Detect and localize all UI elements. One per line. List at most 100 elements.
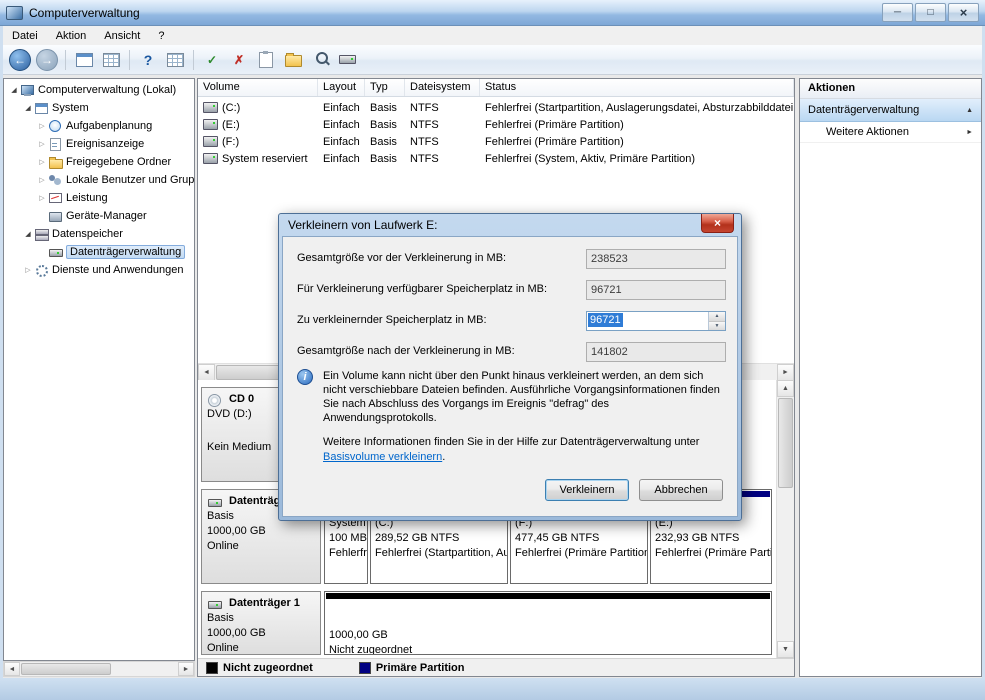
device-manager-icon (48, 210, 62, 222)
shrink-button[interactable]: Verkleinern (545, 479, 629, 501)
help-button[interactable]: ? (136, 48, 160, 72)
menu-aktion[interactable]: Aktion (47, 28, 96, 44)
disk1-row: Datenträger 1 Basis 1000,00 GB Online 10… (198, 591, 776, 655)
tree-item-lokale-benutzer[interactable]: ▷ Lokale Benutzer und Gruppen (4, 171, 194, 189)
tree-item-freigegebene-ordner[interactable]: ▷ Freigegebene Ordner (4, 153, 194, 171)
expander-icon[interactable]: ◢ (22, 104, 34, 112)
search-button[interactable] (308, 48, 332, 72)
system-tools-icon (34, 102, 48, 114)
menu-bar: Datei Aktion Ansicht ? (3, 26, 982, 46)
expander-icon[interactable]: ▷ (36, 122, 48, 130)
tree-item-aufgabenplanung[interactable]: ▷ Aufgabenplanung (4, 117, 194, 135)
help-link[interactable]: Basisvolume verkleinern (323, 451, 442, 463)
scrollbar-thumb[interactable] (21, 663, 111, 675)
cell-dateisystem: NTFS (410, 135, 439, 148)
tree-item-computerverwaltung[interactable]: ◢ Computerverwaltung (Lokal) (4, 81, 194, 99)
tree-item-label: Geräte-Manager (66, 210, 147, 222)
back-button[interactable]: ← (8, 48, 32, 72)
shrink-amount-spinner[interactable]: 96721 ▲ ▼ (586, 311, 726, 331)
show-console-tree-button[interactable] (72, 48, 96, 72)
actions-item-label: Datenträgerverwaltung (808, 104, 920, 116)
cell-status: Fehlerfrei (Primäre Partition) (485, 118, 624, 131)
rescan-disks-button[interactable] (335, 48, 359, 72)
cancel-button[interactable]: Abbrechen (639, 479, 723, 501)
search-icon (315, 52, 328, 64)
console-tree: ◢ Computerverwaltung (Lokal) ◢ System ▷ … (3, 78, 195, 661)
forward-button[interactable]: → (35, 48, 59, 72)
window-title: Computerverwaltung (29, 5, 140, 20)
expander-icon[interactable]: ▷ (36, 194, 48, 202)
expander-icon[interactable]: ▷ (22, 266, 34, 274)
volume-table-header: Volume Layout Typ Dateisystem Status (198, 79, 794, 97)
expander-icon[interactable]: ▷ (36, 158, 48, 166)
tree-item-leistung[interactable]: ▷ Leistung (4, 189, 194, 207)
table-row-volume-f[interactable]: (F:) Einfach Basis NTFS Fehlerfrei (Prim… (198, 133, 794, 150)
minimize-button[interactable]: ─ (882, 3, 913, 22)
tree-item-datentraegerverwaltung[interactable]: Datenträgerverwaltung (4, 243, 194, 261)
actions-item-datentraegerverwaltung[interactable]: Datenträgerverwaltung ▲ (800, 99, 981, 122)
scroll-down-button[interactable]: ▼ (777, 641, 794, 658)
unallocated-region[interactable]: 1000,00 GB Nicht zugeordnet (324, 591, 772, 655)
maximize-button[interactable]: □ (915, 3, 946, 22)
folder-icon (284, 53, 302, 67)
cell-dateisystem: NTFS (410, 118, 439, 131)
disk-icon (207, 598, 222, 610)
refresh-button[interactable]: ✓ (200, 48, 224, 72)
console-window-button[interactable] (163, 48, 187, 72)
field-total-before: Gesamtgröße vor der Verkleinerung in MB:… (297, 249, 727, 269)
actions-item-weitere-aktionen[interactable]: Weitere Aktionen ► (800, 122, 981, 143)
properties-button[interactable] (254, 48, 278, 72)
expander-icon[interactable]: ◢ (22, 230, 34, 238)
menu-hilfe[interactable]: ? (149, 28, 173, 44)
tree-item-datenspeicher[interactable]: ◢ Datenspeicher (4, 225, 194, 243)
scroll-right-button[interactable]: ► (178, 662, 194, 676)
collapse-icon[interactable]: ▲ (966, 107, 973, 114)
delete-button[interactable]: ✗ (227, 48, 251, 72)
services-icon (34, 264, 48, 277)
tree-item-geraete-manager[interactable]: Geräte-Manager (4, 207, 194, 225)
disk-view-vertical-scrollbar[interactable]: ▲ ▼ (776, 380, 794, 658)
help-icon: ? (143, 51, 153, 68)
table-row-volume-c[interactable]: (C:) Einfach Basis NTFS Fehlerfrei (Star… (198, 99, 794, 116)
users-icon (48, 174, 62, 186)
tree-item-dienste[interactable]: ▷ Dienste und Anwendungen (4, 261, 194, 279)
column-header-dateisystem[interactable]: Dateisystem (405, 79, 480, 96)
cell-dateisystem: NTFS (410, 101, 439, 114)
column-header-volume[interactable]: Volume (198, 79, 318, 96)
table-row-system-reserviert[interactable]: System reserviert Einfach Basis NTFS Feh… (198, 150, 794, 167)
menu-datei[interactable]: Datei (3, 28, 47, 44)
column-header-typ[interactable]: Typ (365, 79, 405, 96)
spinner-down-button[interactable]: ▼ (709, 321, 725, 330)
tree-horizontal-scrollbar[interactable]: ◄ ► (3, 661, 195, 677)
disk1-info-box[interactable]: Datenträger 1 Basis 1000,00 GB Online (201, 591, 321, 655)
volume-icon (203, 153, 218, 164)
expander-icon[interactable]: ▷ (36, 176, 48, 184)
spinner-up-button[interactable]: ▲ (709, 312, 725, 322)
computer-management-window: Computerverwaltung ─ □ × Datei Aktion An… (0, 0, 985, 700)
tree-item-system[interactable]: ◢ System (4, 99, 194, 117)
console-window-icon (166, 52, 184, 67)
tree-item-ereignisanzeige[interactable]: ▷ Ereignisanzeige (4, 135, 194, 153)
shrink-amount-input[interactable]: 96721 (588, 313, 623, 327)
task-scheduler-icon (48, 120, 62, 132)
disk-management-icon (48, 246, 63, 258)
scroll-up-button[interactable]: ▲ (777, 380, 794, 397)
export-list-button[interactable] (99, 48, 123, 72)
expander-icon[interactable]: ▷ (36, 140, 48, 148)
menu-ansicht[interactable]: Ansicht (95, 28, 149, 44)
column-header-layout[interactable]: Layout (318, 79, 365, 96)
dialog-close-button[interactable]: × (701, 214, 734, 233)
close-button[interactable]: × (948, 3, 979, 22)
open-folder-button[interactable] (281, 48, 305, 72)
disk1-kind: Basis (207, 612, 234, 624)
tree-item-label: Ereignisanzeige (66, 138, 145, 150)
tree-item-label-selected: Datenträgerverwaltung (66, 245, 186, 259)
scroll-left-button[interactable]: ◄ (4, 662, 20, 676)
scrollbar-thumb[interactable] (778, 398, 793, 488)
column-header-status[interactable]: Status (480, 79, 794, 96)
table-row-volume-e[interactable]: (E:) Einfach Basis NTFS Fehlerfrei (Prim… (198, 116, 794, 133)
expander-icon[interactable]: ◢ (8, 86, 20, 94)
scroll-left-button[interactable]: ◄ (198, 364, 215, 381)
scroll-right-button[interactable]: ► (777, 364, 794, 381)
window-frame-bottom (0, 678, 985, 700)
